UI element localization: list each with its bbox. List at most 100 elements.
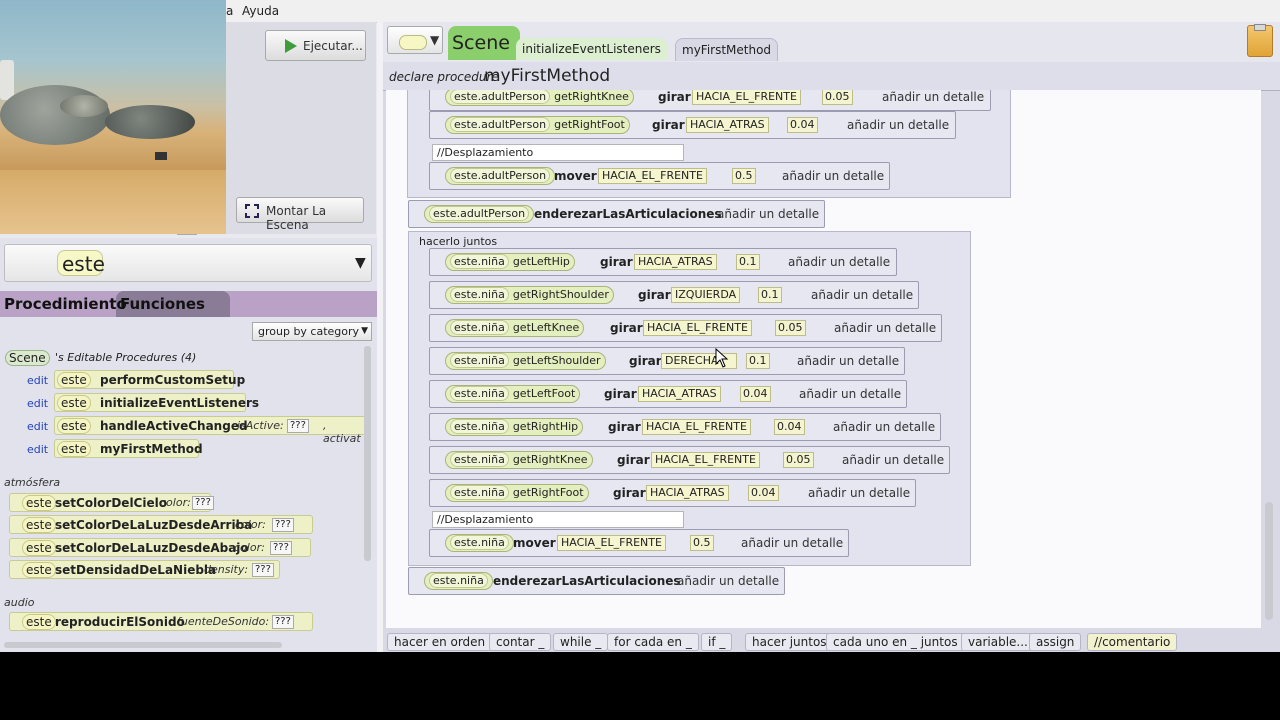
statement-row[interactable]: este.niña getRightHip girar HACIA_EL_FREN…: [429, 413, 941, 441]
edit-link[interactable]: edit: [27, 374, 48, 387]
statement-row[interactable]: este.niña getLeftFoot girar HACIA_ATRAS 0…: [429, 380, 907, 408]
amount-arg[interactable]: 0.1: [736, 254, 760, 270]
object-chip[interactable]: este.niña: [445, 534, 514, 552]
procedure-tile[interactable]: este myFirstMethod: [54, 439, 203, 458]
search-combo[interactable]: este ▼: [4, 244, 372, 282]
amount-arg[interactable]: 0.05: [822, 90, 853, 105]
amount-arg[interactable]: 0.05: [775, 320, 806, 336]
method-chip[interactable]: este.niña getRightShoulder: [445, 286, 614, 304]
statement-row[interactable]: este.niña getLeftShoulder girar DERECHA 0…: [429, 347, 905, 375]
method-chip[interactable]: este.niña getLeftFoot: [445, 385, 581, 403]
procedure-tile[interactable]: este setDensidadDeLaNiebla density: ???: [9, 560, 280, 579]
add-detail-dropdown[interactable]: añadir un detalle: [741, 536, 843, 550]
run-button[interactable]: Ejecutar...: [265, 30, 366, 61]
menu-item-partial[interactable]: a: [226, 4, 233, 18]
procedure-tile[interactable]: este performCustomSetup: [54, 370, 245, 389]
add-detail-dropdown[interactable]: añadir un detalle: [811, 288, 913, 302]
amount-arg[interactable]: 0.04: [740, 386, 771, 402]
amount-arg[interactable]: 0.1: [758, 287, 782, 303]
type-dropdown[interactable]: ▼: [387, 26, 443, 54]
direction-arg[interactable]: IZQUIERDA: [671, 287, 741, 303]
add-detail-dropdown[interactable]: añadir un detalle: [834, 321, 936, 335]
statement-row[interactable]: este.niña getRightKnee girar HACIA_EL_FRE…: [429, 446, 950, 474]
search-input[interactable]: este: [57, 250, 105, 276]
object-chip[interactable]: este.adultPerson: [445, 167, 556, 185]
tool-do-in-order[interactable]: hacer en orden: [387, 633, 493, 651]
vertical-scrollbar[interactable]: [1265, 502, 1273, 620]
procedure-tile[interactable]: este handleActiveChanged isActive: ??? ,…: [54, 416, 366, 445]
amount-arg[interactable]: 0.5: [690, 535, 714, 551]
amount-arg[interactable]: 0.04: [787, 117, 818, 133]
tool-comment[interactable]: //comentario: [1087, 633, 1178, 651]
add-detail-dropdown[interactable]: añadir un detalle: [833, 420, 935, 434]
add-detail-dropdown[interactable]: añadir un detalle: [842, 453, 944, 467]
add-detail-dropdown[interactable]: añadir un detalle: [782, 169, 884, 183]
method-chip[interactable]: este.adultPerson getRightKnee: [445, 90, 634, 106]
add-detail-dropdown[interactable]: añadir un detalle: [788, 255, 890, 269]
procedure-tile[interactable]: este setColorDeLaLuzDesdeAbajo color: ??…: [9, 538, 311, 557]
tool-each-in-together[interactable]: cada uno en _ juntos: [826, 633, 965, 651]
tool-while[interactable]: while _: [553, 633, 609, 651]
menu-help[interactable]: Ayuda: [242, 4, 279, 18]
horizontal-scrollbar[interactable]: [4, 642, 282, 648]
statement-row[interactable]: este.adultPerson enderezarLasArticulacio…: [408, 200, 825, 228]
scene-preview[interactable]: [0, 0, 226, 170]
chevron-down-icon[interactable]: ▼: [355, 255, 366, 271]
edit-link[interactable]: edit: [27, 397, 48, 410]
statement-row[interactable]: este.niña getLeftKnee girar HACIA_EL_FREN…: [429, 314, 942, 342]
statement-row[interactable]: este.niña getRightFoot girar HACIA_ATRAS …: [429, 479, 916, 507]
statement-row[interactable]: este.niña getRightShoulder girar IZQUIERD…: [429, 281, 919, 309]
method-chip[interactable]: este.adultPerson getRightFoot: [445, 116, 630, 134]
direction-arg[interactable]: HACIA_ATRAS: [634, 254, 717, 270]
direction-arg[interactable]: HACIA_EL_FRENTE: [557, 535, 666, 551]
procedure-tile[interactable]: este reproducirElSonido fuenteDeSonido: …: [9, 612, 313, 631]
add-detail-dropdown[interactable]: añadir un detalle: [799, 387, 901, 401]
direction-arg[interactable]: HACIA_ATRAS: [686, 117, 769, 133]
add-detail-dropdown[interactable]: añadir un detalle: [882, 90, 984, 104]
edit-link[interactable]: edit: [27, 420, 48, 433]
method-chip[interactable]: este.niña getLeftShoulder: [445, 352, 606, 370]
procedure-tile[interactable]: este setColorDeLaLuzDesdeArriba color: ?…: [9, 515, 313, 534]
comment-block[interactable]: //Desplazamiento: [432, 511, 684, 528]
amount-arg[interactable]: 0.05: [783, 452, 814, 468]
object-chip[interactable]: este.adultPerson: [424, 205, 535, 223]
tool-for-each-in[interactable]: for cada en _: [607, 633, 699, 651]
edit-link[interactable]: edit: [27, 443, 48, 456]
add-detail-dropdown[interactable]: añadir un detalle: [797, 354, 899, 368]
statement-row[interactable]: este.adultPerson mover HACIA_EL_FRENTE 0…: [429, 162, 890, 190]
tool-variable[interactable]: variable...: [961, 633, 1035, 651]
code-canvas[interactable]: este.adultPerson getRightKnee girar HACIA…: [386, 90, 1261, 628]
statement-row[interactable]: este.niña enderezarLasArticulaciones aña…: [408, 567, 785, 595]
tool-if[interactable]: if _: [701, 633, 733, 651]
add-detail-dropdown[interactable]: añadir un detalle: [677, 574, 779, 588]
tab-my-first-method[interactable]: myFirstMethod: [675, 38, 779, 61]
direction-arg[interactable]: HACIA_EL_FRENTE: [598, 168, 707, 184]
statement-row[interactable]: este.niña mover HACIA_EL_FRENTE 0.5 añad…: [429, 529, 849, 557]
comment-block[interactable]: //Desplazamiento: [432, 144, 684, 161]
clipboard-icon[interactable]: [1247, 24, 1273, 57]
tool-count[interactable]: contar _: [489, 633, 552, 651]
direction-arg[interactable]: HACIA_EL_FRENTE: [642, 419, 751, 435]
add-detail-dropdown[interactable]: añadir un detalle: [808, 486, 910, 500]
add-detail-dropdown[interactable]: añadir un detalle: [847, 118, 949, 132]
tool-do-together[interactable]: hacer juntos: [745, 633, 834, 651]
direction-arg[interactable]: HACIA_EL_FRENTE: [643, 320, 752, 336]
method-chip[interactable]: este.niña getRightKnee: [445, 451, 593, 469]
method-chip[interactable]: este.niña getRightFoot: [445, 484, 589, 502]
statement-row[interactable]: este.adultPerson getRightFoot girar HACIA…: [429, 111, 956, 139]
statement-row[interactable]: este.adultPerson getRightKnee girar HACIA…: [429, 90, 991, 111]
method-chip[interactable]: este.niña getRightHip: [445, 418, 584, 436]
procedure-tile[interactable]: este initializeEventListeners: [54, 393, 259, 412]
direction-arg[interactable]: HACIA_ATRAS: [646, 485, 729, 501]
direction-arg[interactable]: HACIA_ATRAS: [638, 386, 721, 402]
tool-assign[interactable]: assign: [1029, 633, 1082, 651]
setup-scene-button[interactable]: Montar La Escena: [236, 197, 364, 232]
object-chip[interactable]: este.niña: [424, 572, 493, 590]
tab-procedure[interactable]: Procedimiento: [4, 295, 127, 313]
tab-scene[interactable]: Scene: [448, 26, 520, 60]
vertical-scrollbar[interactable]: [364, 346, 371, 561]
method-chip[interactable]: este.niña getLeftHip: [445, 253, 575, 271]
tab-functions[interactable]: Funciones: [116, 291, 230, 317]
amount-arg[interactable]: 0.04: [774, 419, 805, 435]
add-detail-dropdown[interactable]: añadir un detalle: [717, 207, 819, 221]
